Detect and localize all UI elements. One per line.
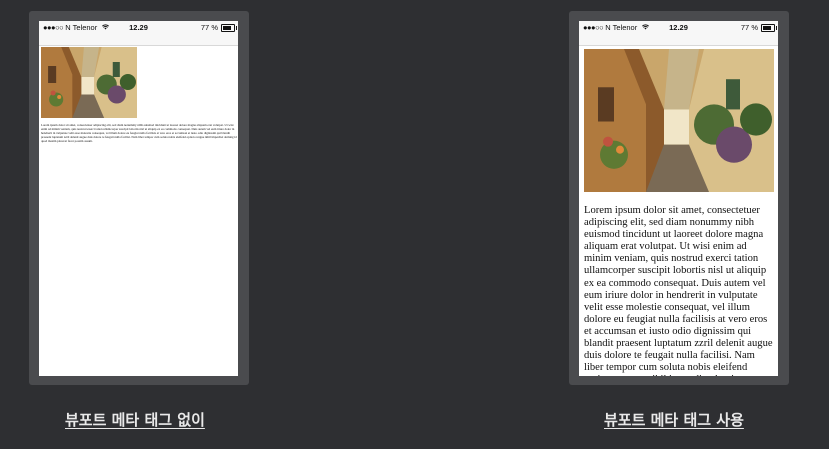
street-photo [584,49,774,192]
battery-percent: 77 % [200,23,218,32]
street-photo [41,47,137,118]
phone-screen-without-meta: ●●●○○ N Telenor 12.29 77 % Lorem ipsum d… [39,21,238,376]
battery-icon [221,24,237,32]
phone-screen-with-meta: ●●●○○ N Telenor 12.29 77 % Lorem ipsum d… [579,21,778,376]
battery-status: 77 % [740,21,777,35]
link-with-viewport-meta[interactable]: 뷰포트 메타 태그 사용 [604,409,744,430]
device-frame-without-meta: ●●●○○ N Telenor 12.29 77 % Lorem ipsum d… [29,11,249,385]
device-frame-with-meta: ●●●○○ N Telenor 12.29 77 % Lorem ipsum d… [569,11,789,385]
link-without-viewport-meta[interactable]: 뷰포트 메타 태그 없이 [65,409,205,430]
battery-icon [761,24,777,32]
body-paragraph: Lorem ipsum dolor sit amet, consectetuer… [584,205,773,376]
battery-status: 77 % [200,21,237,35]
status-bar: ●●●○○ N Telenor 12.29 77 % [579,21,778,46]
body-paragraph: Lorem ipsum dolor sit amet, consectetuer… [41,124,237,143]
battery-percent: 77 % [740,23,758,32]
status-bar: ●●●○○ N Telenor 12.29 77 % [39,21,238,46]
